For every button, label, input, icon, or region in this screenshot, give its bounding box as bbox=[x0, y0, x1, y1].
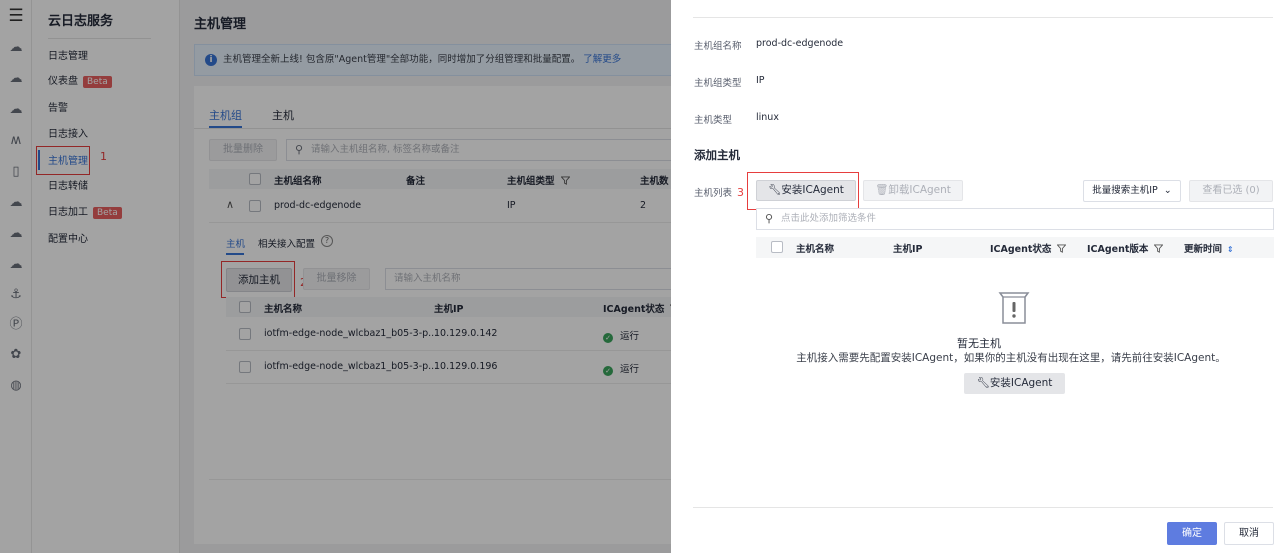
search-icon: ⚲ bbox=[765, 212, 774, 225]
empty-description: 主机接入需要先配置安装ICAgent，如果你的主机没有出现在这里，请先前往安装I… bbox=[796, 352, 1226, 364]
button-label: 安装ICAgent bbox=[989, 377, 1053, 389]
install-icagent-empty-button[interactable]: 🔧︎安装ICAgent bbox=[964, 373, 1065, 394]
field-value: linux bbox=[756, 112, 779, 123]
field-label: 主机组类型 bbox=[694, 78, 742, 89]
field-label: 主机类型 bbox=[694, 115, 733, 126]
uninstall-icagent-button[interactable]: 🗑︎卸载ICAgent bbox=[863, 180, 963, 201]
confirm-button[interactable]: 确定 bbox=[1167, 522, 1217, 545]
col-header: 主机名称 bbox=[796, 244, 835, 255]
empty-title: 暂无主机 bbox=[957, 337, 1001, 350]
col-header-status[interactable]: ICAgent状态 bbox=[990, 241, 1067, 255]
field-label: 主机组名称 bbox=[694, 41, 742, 52]
filter-icon[interactable] bbox=[1057, 244, 1067, 253]
add-host-drawer: 主机组名称 prod-dc-edgenode 主机组类型 IP 主机类型 lin… bbox=[671, 0, 1287, 553]
step-marker-3: 3 bbox=[737, 186, 744, 199]
col-header-label: ICAgent状态 bbox=[990, 244, 1052, 255]
col-header-label: ICAgent版本 bbox=[1087, 244, 1149, 255]
wrench-icon: 🔧︎ bbox=[976, 377, 990, 389]
col-header-label: 更新时间 bbox=[1184, 244, 1223, 255]
drawer-table-header: 主机名称 主机IP ICAgent状态 ICAgent版本 更新时间 ⇕ bbox=[756, 237, 1274, 258]
batch-search-ip-button[interactable]: 批量搜索主机IP ⌄ bbox=[1083, 180, 1181, 202]
view-selected-button[interactable]: 查看已选 (0) bbox=[1189, 180, 1273, 202]
cancel-button[interactable]: 取消 bbox=[1224, 522, 1274, 545]
section-title: 添加主机 bbox=[694, 148, 740, 162]
button-label: 卸载ICAgent bbox=[888, 184, 951, 196]
highlight-box bbox=[747, 172, 859, 210]
divider bbox=[693, 507, 1273, 508]
col-header: 主机IP bbox=[893, 244, 923, 255]
sort-icon[interactable]: ⇕ bbox=[1227, 245, 1234, 254]
filter-placeholder: 点击此处添加筛选条件 bbox=[781, 213, 877, 224]
col-header-version[interactable]: ICAgent版本 bbox=[1087, 241, 1164, 255]
field-value: IP bbox=[756, 75, 765, 86]
trash-icon: 🗑︎ bbox=[875, 184, 889, 196]
field-value: prod-dc-edgenode bbox=[756, 38, 844, 49]
col-header-updated[interactable]: 更新时间 ⇕ bbox=[1184, 241, 1234, 255]
filter-icon[interactable] bbox=[1154, 244, 1164, 253]
select-all-checkbox[interactable] bbox=[771, 241, 783, 253]
modal-backdrop[interactable] bbox=[180, 0, 671, 553]
filter-input[interactable]: ⚲ 点击此处添加筛选条件 bbox=[756, 208, 1274, 230]
button-label: 批量搜索主机IP bbox=[1092, 185, 1158, 196]
divider bbox=[693, 17, 1273, 18]
chevron-down-icon: ⌄ bbox=[1163, 185, 1172, 196]
host-list-label: 主机列表 bbox=[694, 188, 733, 199]
modal-backdrop[interactable] bbox=[0, 0, 180, 553]
empty-box-icon bbox=[998, 292, 1030, 324]
